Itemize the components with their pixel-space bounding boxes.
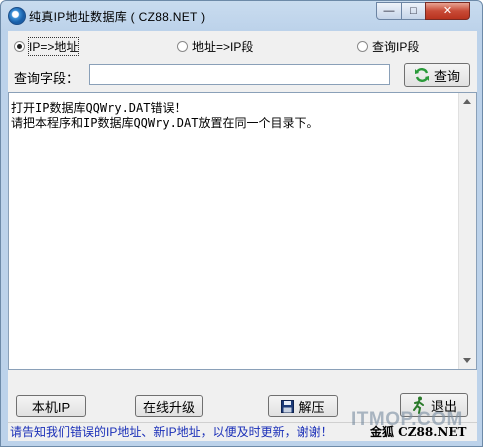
status-message: 请告知我们错误的IP地址、新IP地址，以便及时更新，谢谢！ <box>10 425 333 439</box>
client-area: IP=>地址 地址=>IP段 查询IP段 查询字段： 查询 打开IP数据库QQW… <box>8 31 477 441</box>
app-globe-icon <box>8 7 26 25</box>
title-bar[interactable]: 纯真IP地址数据库 ( CZ88.NET ) — □ ✕ <box>1 1 482 31</box>
radio-button[interactable] <box>14 40 25 52</box>
query-button-label: 查询 <box>433 68 460 84</box>
query-field-label: 查询字段： <box>14 71 80 86</box>
result-text: 打开IP数据库QQWry.DAT错误！ 请把本程序和IP数据库QQWry.DAT… <box>11 101 319 130</box>
radio-label: 地址=>IP段 <box>192 39 254 54</box>
radio-address-to-ip-range[interactable]: 地址=>IP段 <box>177 38 253 54</box>
extract-button[interactable]: 解压 <box>268 395 338 417</box>
extract-button-label: 解压 <box>298 399 325 415</box>
radio-query-ip-range[interactable]: 查询IP段 <box>357 38 419 54</box>
radio-label: 查询IP段 <box>372 39 420 54</box>
minimize-button[interactable]: — <box>376 2 402 20</box>
online-upgrade-button[interactable]: 在线升级 <box>135 395 203 417</box>
local-ip-button[interactable]: 本机IP <box>16 395 86 417</box>
maximize-button[interactable]: □ <box>401 2 426 20</box>
close-button[interactable]: ✕ <box>425 2 470 20</box>
radio-ip-to-address[interactable]: IP=>地址 <box>14 36 80 56</box>
radio-button[interactable] <box>177 40 188 52</box>
refresh-icon <box>414 68 429 82</box>
floppy-disk-icon <box>281 399 295 413</box>
vertical-scrollbar[interactable] <box>458 93 476 369</box>
scroll-up-arrow-icon[interactable] <box>463 99 471 104</box>
radio-button[interactable] <box>357 40 368 52</box>
watermark-logo: ITMOP.COM <box>351 409 463 430</box>
query-input[interactable] <box>89 64 390 85</box>
window-title: 纯真IP地址数据库 ( CZ88.NET ) <box>29 10 206 24</box>
result-output-area[interactable]: 打开IP数据库QQWry.DAT错误！ 请把本程序和IP数据库QQWry.DAT… <box>8 92 477 370</box>
radio-label: IP=>地址 <box>27 36 80 56</box>
scroll-down-arrow-icon[interactable] <box>463 358 471 363</box>
query-button[interactable]: 查询 <box>404 63 470 87</box>
app-window: 纯真IP地址数据库 ( CZ88.NET ) — □ ✕ IP=>地址 地址=>… <box>0 0 483 447</box>
